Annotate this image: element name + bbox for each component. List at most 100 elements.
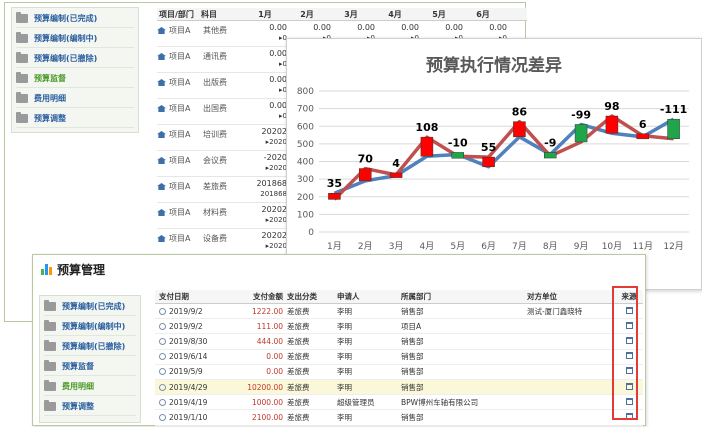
- diff-label: 6: [639, 118, 647, 131]
- date-cell: 2019/6/14: [155, 352, 233, 361]
- date-cell: 2019/4/29: [155, 383, 233, 392]
- amount-cell: 444.00: [233, 337, 283, 346]
- diff-bar: [451, 152, 464, 159]
- diff-bar: [359, 168, 372, 182]
- cell-text: BPW博州车轴有限公司: [401, 397, 479, 407]
- value-main: -2020: [263, 153, 287, 162]
- value-main: 201868: [256, 179, 287, 188]
- cell-text: 差旅费: [287, 412, 310, 422]
- column-header: 支出分类: [287, 292, 317, 301]
- cell-text: 李明: [337, 321, 352, 331]
- value-main: 0.00: [489, 23, 507, 32]
- project-name: 项目A: [169, 52, 191, 61]
- cell-text: 差旅费: [287, 382, 310, 392]
- amount-cell: 1222.00: [233, 307, 283, 316]
- diff-bar: [420, 136, 434, 157]
- value-sub: ▸2020: [265, 242, 287, 250]
- diff-label: -10: [448, 136, 468, 149]
- column-header: 5月: [432, 9, 446, 19]
- sidebar-item-label: 预算编制(已撤除): [62, 342, 126, 351]
- folder-icon: [44, 300, 56, 311]
- cell-text: 销售部: [401, 382, 424, 392]
- value-cell: 0.00 ▸0: [247, 21, 287, 43]
- applicant-cell: 李明: [333, 366, 397, 377]
- table-row[interactable]: 2019/9/2 111.00 差旅费 李明 项目A: [155, 319, 643, 335]
- sidebar-item[interactable]: 预算监督: [44, 358, 136, 376]
- clock-icon: [159, 368, 166, 376]
- dept-cell: 项目A: [397, 321, 523, 332]
- sidebar-item[interactable]: 费用明细: [16, 90, 134, 108]
- dept-cell: BPW博州车轴有限公司: [397, 397, 523, 408]
- column-header: 项目/部门: [159, 9, 194, 19]
- table-row[interactable]: 2019/5/9 0.00 差旅费 李明 销售部: [155, 365, 643, 380]
- sidebar-item[interactable]: 预算调整: [44, 398, 136, 416]
- sidebar-item[interactable]: 费用明细: [44, 378, 136, 396]
- dept-cell: 销售部: [397, 366, 523, 377]
- diff-label: 35: [327, 177, 342, 190]
- cell-text: 2019/9/2: [169, 321, 203, 331]
- table-row[interactable]: 2019/9/2 1222.00 差旅费 李明 销售部 测试-厦门鑫晓特: [155, 304, 643, 320]
- y-tick-label: 200: [297, 193, 314, 203]
- category-cell: 差旅费: [283, 366, 333, 377]
- project-icon: [157, 105, 166, 112]
- applicant-cell: 李明: [333, 382, 397, 393]
- sidebar-item[interactable]: 预算编制(已撤除): [16, 50, 134, 68]
- value-cell: 201868 201868: [247, 177, 287, 199]
- cell-text: 差旅费: [287, 306, 310, 316]
- project-name: 项目A: [169, 130, 191, 139]
- table-row[interactable]: 2019/1/10 2100.00 差旅费 李明 销售部: [155, 410, 643, 426]
- diff-label: 98: [604, 100, 619, 113]
- diff-label: -9: [544, 136, 556, 149]
- applicant-cell: 李明: [333, 306, 397, 317]
- cell-text: 李明: [337, 306, 352, 316]
- back-sidebar: 预算编制(已完成) 预算编制(编制中) 预算编制(已撤除) 预算监督费用明细预算调整: [11, 7, 139, 133]
- x-tick-label: 6月: [481, 241, 496, 252]
- value-cell: 0.00 ▸0: [247, 99, 287, 121]
- project-cell: 项目A: [157, 125, 197, 140]
- chart-svg: 预算执行情况差异 0 100 200 300 400 500 600 700 800 1月 2月 3月 4…: [297, 55, 689, 277]
- amount-cell: 0.00: [233, 367, 283, 376]
- folder-icon: [16, 92, 28, 103]
- cell-text: 10200.00: [247, 382, 283, 392]
- sidebar-item-label: 预算编制(已完成): [34, 14, 98, 23]
- cell-text: 李明: [337, 336, 352, 346]
- diff-label: -111: [660, 103, 688, 116]
- clock-icon: [159, 413, 166, 421]
- cell-text: 超级管理员: [337, 397, 375, 407]
- table-row[interactable]: 2019/4/19 1000.00 差旅费 超级管理员 BPW博州车轴有限公司: [155, 395, 643, 411]
- category-cell: 差旅费: [283, 397, 333, 408]
- sidebar-item[interactable]: 预算编制(编制中): [16, 30, 134, 48]
- project-name: 项目A: [169, 234, 191, 243]
- cell-text: 2019/5/9: [169, 367, 203, 377]
- table-row[interactable]: 2019/4/29 10200.00 差旅费 李明 销售部: [155, 379, 643, 396]
- sidebar-item[interactable]: 预算编制(已完成): [16, 10, 134, 28]
- x-tick-label: 2月: [358, 241, 373, 252]
- amount-cell: 0.00: [233, 352, 283, 361]
- value-cell: 0.00 ▸0: [247, 47, 287, 69]
- folder-icon: [44, 320, 56, 331]
- sidebar-item[interactable]: 预算调整: [16, 110, 134, 128]
- sidebar-item[interactable]: 预算编制(编制中): [44, 318, 136, 336]
- sidebar-item[interactable]: 预算编制(已完成): [44, 298, 136, 316]
- column-header: 6月: [476, 9, 490, 19]
- applicant-cell: 李明: [333, 336, 397, 347]
- cell-text: 李明: [337, 352, 352, 362]
- cell-text: 0.00: [266, 367, 283, 377]
- sidebar-item[interactable]: 预算监督: [16, 70, 134, 88]
- cell-text: 销售部: [401, 336, 424, 346]
- value-main: 0.00: [269, 49, 287, 58]
- x-tick-label: 7月: [512, 241, 527, 252]
- amount-cell: 2100.00: [233, 413, 283, 422]
- value-main: 0.00: [357, 23, 375, 32]
- cell-text: 2019/8/30: [169, 336, 208, 346]
- table-row[interactable]: 2019/6/14 0.00 差旅费 李明 销售部: [155, 350, 643, 365]
- sidebar-item[interactable]: 预算编制(已撤除): [44, 338, 136, 356]
- table-row[interactable]: 2019/8/30 444.00 差旅费 李明 销售部: [155, 334, 643, 350]
- diff-bar: [605, 115, 619, 134]
- project-name: 项目A: [169, 208, 191, 217]
- column-header: 申请人: [337, 292, 360, 301]
- project-cell: 项目A: [157, 203, 197, 218]
- dept-cell: 销售部: [397, 336, 523, 347]
- cell-text: 111.00: [256, 321, 283, 331]
- amount-cell: 1000.00: [233, 398, 283, 407]
